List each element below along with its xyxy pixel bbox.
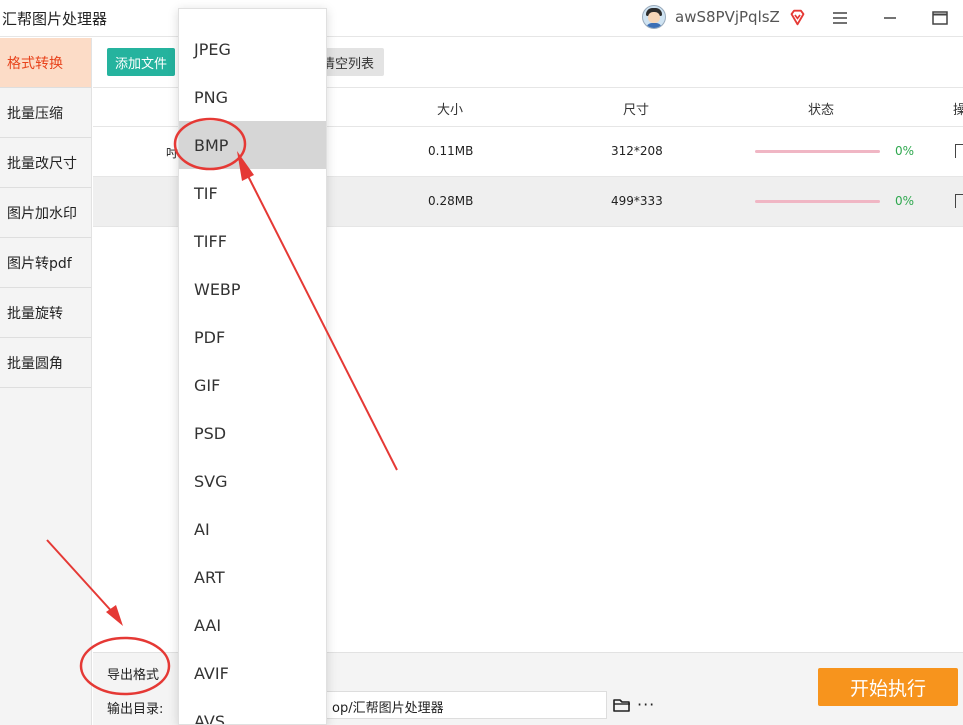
format-option-pdf[interactable]: PDF: [179, 313, 326, 361]
app-title: 汇帮图片处理器: [2, 10, 108, 28]
start-button[interactable]: 开始执行: [818, 668, 958, 706]
format-option-avs[interactable]: AVS: [179, 697, 326, 725]
file-size: 0.28MB: [428, 194, 474, 208]
progress-percent: 0%: [895, 194, 915, 208]
vip-diamond-icon[interactable]: [789, 9, 806, 26]
sidebar-item-batch-compress[interactable]: 批量压缩: [0, 88, 91, 138]
maximize-icon[interactable]: [929, 7, 951, 29]
format-option-tif[interactable]: TIF: [179, 169, 326, 217]
progress-bar: [755, 150, 880, 153]
sidebar-item-batch-round-corner[interactable]: 批量圆角: [0, 338, 91, 388]
add-file-button[interactable]: 添加文件: [107, 48, 175, 76]
format-option-avif[interactable]: AVIF: [179, 649, 326, 697]
file-name: 吋: [166, 146, 179, 160]
header-dimensions: 尺寸: [623, 103, 650, 118]
file-dimensions: 499*333: [611, 194, 663, 208]
format-option-tiff[interactable]: TIFF: [179, 217, 326, 265]
format-option-aai[interactable]: AAI: [179, 601, 326, 649]
format-dropdown[interactable]: JPEG PNG BMP TIF TIFF WEBP PDF GIF PSD S…: [178, 8, 327, 725]
sidebar-item-batch-rotate[interactable]: 批量旋转: [0, 288, 91, 338]
username[interactable]: awS8PVjPqlsZ: [675, 8, 780, 26]
format-option-webp[interactable]: WEBP: [179, 265, 326, 313]
delete-icon[interactable]: [955, 194, 963, 208]
file-size: 0.11MB: [428, 144, 474, 158]
progress-percent: 0%: [895, 144, 915, 158]
sidebar-item-watermark[interactable]: 图片加水印: [0, 188, 91, 238]
folder-icon[interactable]: [613, 698, 631, 712]
format-option-svg[interactable]: SVG: [179, 457, 326, 505]
sidebar-item-batch-resize[interactable]: 批量改尺寸: [0, 138, 91, 188]
format-option-bmp[interactable]: BMP: [179, 121, 326, 169]
title-bar: 汇帮图片处理器 awS8PVjPqlsZ: [0, 0, 963, 37]
user-account[interactable]: awS8PVjPqlsZ: [642, 4, 806, 30]
header-action: 操: [953, 103, 963, 118]
header-size: 大小: [437, 103, 464, 118]
output-dir-label: 输出目录:: [107, 702, 164, 717]
format-option-gif[interactable]: GIF: [179, 361, 326, 409]
format-option-art[interactable]: ART: [179, 553, 326, 601]
more-options-icon[interactable]: ···: [637, 695, 655, 714]
sidebar: 格式转换 批量压缩 批量改尺寸 图片加水印 图片转pdf 批量旋转 批量圆角: [0, 38, 92, 725]
file-dimensions: 312*208: [611, 144, 663, 158]
format-option-jpeg[interactable]: JPEG: [179, 25, 326, 73]
header-status: 状态: [808, 103, 835, 118]
progress-bar: [755, 200, 880, 203]
minimize-icon[interactable]: [879, 7, 901, 29]
avatar[interactable]: [642, 5, 666, 29]
export-format-label: 导出格式: [107, 668, 160, 683]
format-option-psd[interactable]: PSD: [179, 409, 326, 457]
format-option-ai[interactable]: AI: [179, 505, 326, 553]
menu-icon[interactable]: [829, 7, 851, 29]
delete-icon[interactable]: [955, 144, 963, 158]
format-option-png[interactable]: PNG: [179, 73, 326, 121]
annotation-arrowhead-export-format: [106, 605, 123, 626]
output-dir-input[interactable]: op/汇帮图片处理器: [323, 691, 607, 719]
sidebar-item-format-convert[interactable]: 格式转换: [0, 38, 91, 88]
sidebar-item-image-to-pdf[interactable]: 图片转pdf: [0, 238, 91, 288]
